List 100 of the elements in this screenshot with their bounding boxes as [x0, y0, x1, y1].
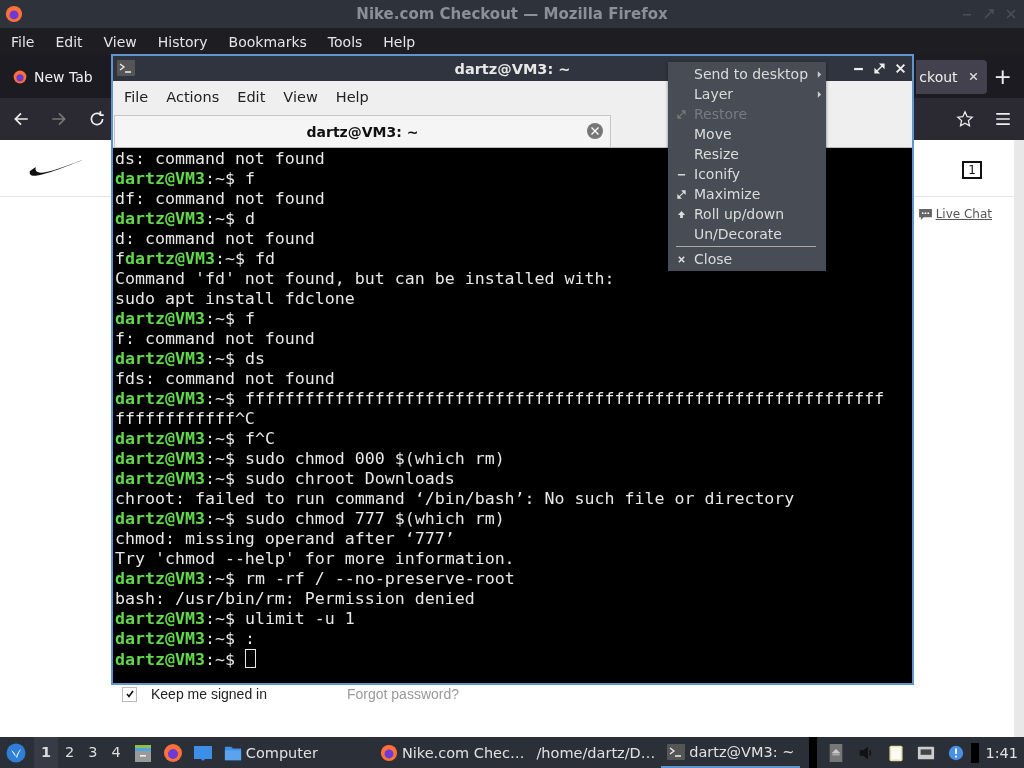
menu-item[interactable]: View	[275, 89, 326, 105]
menu-item[interactable]: Close	[668, 249, 826, 269]
prompt-user: dartz@VM3	[115, 209, 205, 228]
output-line: bash: /usr/bin/rm: Permission denied	[115, 589, 475, 608]
prompt-path: :~$	[204, 209, 235, 228]
maximize-icon	[676, 109, 686, 119]
prompt-user: dartz@VM3	[115, 389, 205, 408]
up-arrow-icon	[676, 209, 686, 219]
command-text: d	[244, 209, 255, 228]
prompt-user: dartz@VM3	[115, 349, 205, 368]
back-icon[interactable]	[12, 110, 30, 128]
taskbar-task[interactable]: /home/dartz/D…	[530, 737, 662, 768]
menu-item[interactable]: Actions	[158, 89, 228, 105]
menu-item[interactable]: Layer	[668, 84, 826, 104]
prompt-user: dartz@VM3	[115, 469, 205, 488]
prompt-user: dartz@VM3	[115, 169, 205, 188]
typed-text: f	[115, 249, 125, 268]
menu-item[interactable]: Iconify	[668, 164, 826, 184]
command-text: sudo chmod 000 $(which rm)	[244, 449, 505, 468]
taskbar-task[interactable]: dartz@VM3: ~	[661, 737, 801, 768]
menu-item[interactable]: Send to desktop	[668, 64, 826, 84]
prompt-path: :~$	[204, 629, 235, 648]
window-title: Nike.com Checkout — Mozilla Firefox	[356, 5, 668, 23]
browser-tab[interactable]: ckout	[916, 59, 987, 94]
menu-item[interactable]: File	[116, 89, 157, 105]
prompt-path: :~$	[204, 309, 235, 328]
menu-item[interactable]: Edit	[229, 89, 274, 105]
menu-item[interactable]: Bookmarks	[221, 31, 314, 52]
menu-item[interactable]: Help	[376, 31, 423, 52]
prompt-path: :~$	[214, 249, 245, 268]
clock[interactable]: 1:41	[985, 744, 1018, 761]
workspace-button[interactable]: 2	[58, 737, 82, 768]
menu-item[interactable]: Roll up/down	[668, 204, 826, 224]
command-text: rm -rf / --no-preserve-root	[244, 569, 515, 588]
command-text: ffffffffffffffffffffffffffffffffffffffffffffffffffffffffffffffff	[244, 389, 885, 408]
menu-item[interactable]: View	[96, 31, 144, 52]
prompt-path: :~$	[204, 509, 235, 528]
output-line: ffffffffffff^C	[115, 409, 255, 428]
taskbar-separator	[809, 737, 818, 768]
terminal-tab[interactable]: dartz@VM3: ~	[114, 115, 611, 147]
prompt-path: :~$	[204, 609, 235, 628]
command-text: f^C	[244, 429, 275, 448]
command-text: :	[244, 629, 255, 648]
command-text: fd	[254, 249, 275, 268]
menu-item[interactable]: Help	[327, 89, 377, 105]
checkmark-icon	[124, 689, 135, 699]
browser-icon[interactable]	[162, 742, 183, 763]
start-menu-icon[interactable]	[6, 742, 26, 763]
menu-item[interactable]: Resize	[668, 144, 826, 164]
bag-button[interactable]: 1	[962, 161, 982, 179]
reload-icon[interactable]	[88, 110, 106, 128]
new-tab-button[interactable]: +	[993, 64, 1012, 89]
close-icon	[676, 254, 686, 264]
command-text: sudo chroot Downloads	[244, 469, 455, 488]
workspace-button[interactable]: 1	[34, 737, 59, 768]
prompt-path: :~$	[204, 349, 235, 368]
command-text: ds	[244, 349, 265, 368]
file-cabinet-icon[interactable]	[132, 742, 153, 763]
taskbar-task[interactable]: Nike.com Chec…	[373, 737, 531, 768]
browser-tab[interactable]: New Tab	[4, 59, 101, 94]
menu-item[interactable]: File	[4, 31, 42, 52]
prompt-user: dartz@VM3	[115, 309, 205, 328]
prompt-user: dartz@VM3	[115, 449, 205, 468]
prompt-path: :~$	[204, 650, 235, 669]
menu-item[interactable]: History	[150, 31, 215, 52]
prompt-path: :~$	[204, 429, 235, 448]
live-chat-link[interactable]: Live Chat	[935, 207, 992, 221]
command-text: sudo chmod 777 $(which rm)	[244, 509, 505, 528]
prompt-path: :~$	[204, 389, 235, 408]
maximize-icon	[676, 189, 686, 199]
menu-item[interactable]: Edit	[48, 31, 90, 52]
menu-item[interactable]: Maximize	[668, 184, 826, 204]
workspace-button[interactable]: 3	[81, 737, 105, 768]
prompt-user: dartz@VM3	[115, 629, 205, 648]
submenu-arrow-icon	[817, 70, 822, 78]
close-icon[interactable]	[967, 71, 979, 82]
output-line: chroot: failed to run command ‘/bin/bash’: No such file or directory	[115, 489, 795, 508]
workspace-button[interactable]: 4	[104, 737, 128, 768]
browser-logo-icon	[5, 5, 23, 23]
star-icon[interactable]	[956, 110, 974, 128]
checkbox[interactable]	[122, 686, 137, 702]
menu-item[interactable]: Move	[668, 124, 826, 144]
prompt-user: dartz@VM3	[115, 569, 205, 588]
submenu-arrow-icon	[817, 90, 822, 98]
output-line: chmod: missing operand after ‘777’	[115, 529, 455, 548]
taskbar-task[interactable]: Computer	[217, 737, 324, 768]
terminal-icon	[667, 742, 686, 761]
prompt-user: dartz@VM3	[115, 650, 205, 669]
menu-item[interactable]: Un/Decorate	[668, 224, 826, 244]
menu-icon[interactable]	[994, 110, 1012, 128]
output-line: sudo apt install fdclone	[115, 289, 355, 308]
command-text: f	[244, 309, 255, 328]
clipboard-icon[interactable]	[887, 743, 906, 762]
output-line: df: command not found	[115, 189, 325, 208]
prompt-path: :~$	[204, 449, 235, 468]
notification-icon[interactable]	[947, 743, 966, 762]
chat-icon	[918, 208, 932, 220]
checkbox-label: Keep me signed in	[151, 686, 267, 702]
prompt-user: dartz@VM3	[115, 429, 205, 448]
menu-item[interactable]: Tools	[320, 31, 370, 52]
